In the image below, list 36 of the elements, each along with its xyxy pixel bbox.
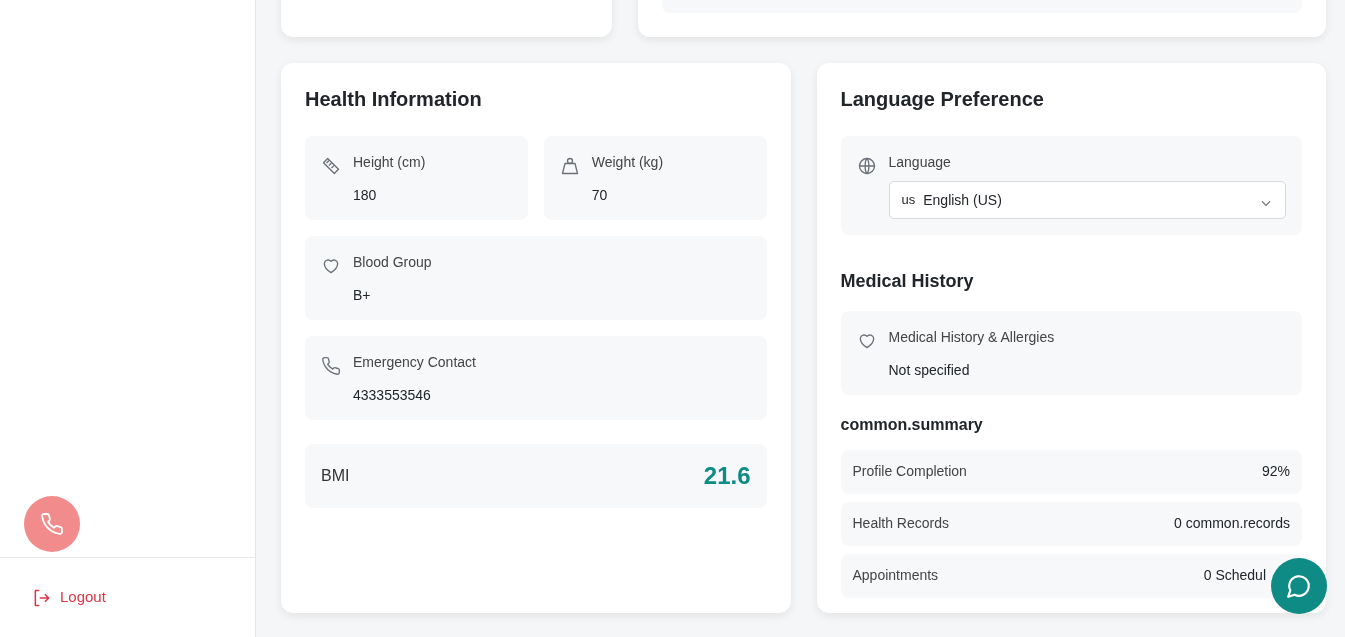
summary-value: 92% [1261,462,1290,482]
card-title: Language Preference [840,87,1045,111]
summary-value: 0 Schedul [1203,566,1266,586]
summary-label: Profile Completion [852,462,967,482]
heart-icon [321,256,341,276]
field-label: Blood Group [353,253,432,272]
bmi-value: 21.6 [703,461,751,491]
ruler-icon [321,156,341,176]
field-value: 4333553546 [353,386,432,405]
field-value: Not specified [888,360,971,380]
language-code: us [901,191,916,210]
field-label: Emergency Contact [353,353,476,372]
section-title: Medical History [840,271,975,293]
language-value: English (US) [923,190,1002,210]
globe-icon [856,156,877,176]
language-select[interactable]: us English (US) [888,181,1286,219]
field-value: 180 [353,186,378,205]
bmi-label: BMI [321,466,350,486]
summary-label: Health Records [852,514,949,534]
card-title: Health Information [305,87,483,111]
weight-icon [559,156,580,176]
summary-label: Appointments [852,566,939,586]
field-label: Weight (kg) [591,153,664,172]
call-button[interactable] [24,496,80,552]
chat-icon [1286,573,1312,599]
phone-icon [321,356,341,376]
logout-icon [32,587,52,608]
field-label: Language [888,153,952,172]
field-label: Height (cm) [353,153,426,172]
field-value: B+ [353,286,372,305]
logout-link[interactable]: Logout [32,586,106,609]
summary-value: 0 common.records [1174,514,1290,534]
field-label: Medical History & Allergies [888,327,1055,347]
section-title: common.summary [840,414,984,435]
phone-icon [40,512,64,536]
field-value: 70 [591,186,609,205]
